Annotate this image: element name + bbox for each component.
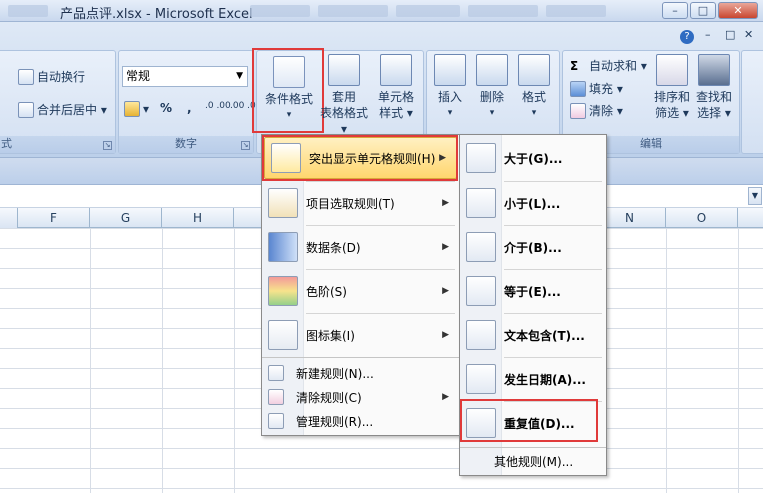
ribbon-group-partial: [741, 50, 763, 154]
highlight-cells-submenu: 大于(G)... 小于(L)... 介于(B)... 等于(E)... 文本包含…: [459, 134, 607, 476]
percent-button[interactable]: %: [160, 101, 172, 115]
less-than-icon: [466, 188, 496, 218]
taskbar-ghost: [250, 5, 310, 17]
column-header-f[interactable]: F: [18, 208, 90, 228]
wrap-text-icon: [18, 68, 34, 85]
number-format-select[interactable]: 常规 ▼: [122, 66, 248, 87]
ribbon-minimize-button[interactable]: –: [705, 28, 711, 41]
alignment-group-label: 式: [0, 136, 115, 153]
gridline: [738, 228, 739, 493]
submenu-item-less-than[interactable]: 小于(L)...: [460, 182, 606, 224]
date-occurring-icon: [466, 364, 496, 394]
minimize-button[interactable]: –: [662, 2, 688, 19]
menu-item-manage-rules[interactable]: 管理规则(R)...: [262, 409, 459, 433]
format-cells-icon: [518, 54, 550, 86]
autosum-button[interactable]: Σ 自动求和 ▾: [570, 57, 647, 74]
taskbar-ghost: [318, 5, 388, 17]
top-bottom-icon: [268, 188, 298, 218]
taskbar-ghost: [546, 5, 606, 17]
format-as-table-button[interactable]: 套用 表格格式 ▾: [320, 54, 368, 137]
conditional-formatting-icon: [273, 56, 305, 88]
text-contains-icon: [466, 320, 496, 350]
insert-button[interactable]: 插入 ▾: [426, 54, 474, 121]
new-rule-icon: [268, 365, 284, 381]
taskbar-ghost: [396, 5, 460, 17]
menu-separator: [460, 447, 606, 448]
delete-cells-icon: [476, 54, 508, 86]
maximize-button[interactable]: □: [690, 2, 716, 19]
column-header-h[interactable]: H: [162, 208, 234, 228]
format-as-table-icon: [328, 54, 360, 86]
submenu-item-text-contains[interactable]: 文本包含(T)...: [460, 314, 606, 356]
clear-button[interactable]: 清除 ▾: [570, 102, 623, 119]
column-header-g[interactable]: G: [90, 208, 162, 228]
ribbon-close-button[interactable]: ✕: [744, 28, 753, 41]
greater-than-icon: [466, 143, 496, 173]
sigma-icon: Σ: [570, 58, 579, 73]
submenu-item-date-occurring[interactable]: 发生日期(A)...: [460, 358, 606, 400]
merge-icon: [18, 101, 34, 118]
clear-rules-icon: [268, 389, 284, 405]
currency-icon: [124, 101, 140, 117]
window-title: 产品点评.xlsx - Microsoft Excel: [60, 7, 253, 22]
fill-down-icon: [570, 80, 586, 97]
submenu-item-between[interactable]: 介于(B)...: [460, 226, 606, 268]
between-icon: [466, 232, 496, 262]
menu-item-data-bars[interactable]: 数据条(D) ▶: [262, 226, 459, 268]
decrease-decimal-button[interactable]: .00 .0: [230, 101, 256, 111]
find-select-button[interactable]: 查找和 选择 ▾: [690, 54, 738, 121]
conditional-formatting-button[interactable]: 条件格式 ▾: [258, 56, 320, 123]
menu-item-new-rule[interactable]: 新建规则(N)...: [262, 361, 459, 385]
sort-filter-button[interactable]: 排序和 筛选 ▾: [648, 54, 696, 121]
delete-button[interactable]: 删除 ▾: [468, 54, 516, 121]
insert-cells-icon: [434, 54, 466, 86]
binoculars-icon: [698, 54, 730, 86]
data-bars-icon: [268, 232, 298, 262]
conditional-formatting-menu: 突出显示单元格规则(H) ▶ 项目选取规则(T) ▶ 数据条(D) ▶ 色阶(S…: [261, 134, 460, 436]
number-group-label: 数字: [119, 136, 253, 153]
dialog-launcher-icon[interactable]: ↘: [241, 141, 250, 150]
select-all-corner[interactable]: [0, 208, 18, 228]
merge-center-button[interactable]: 合并后居中 ▾: [18, 101, 107, 118]
increase-decimal-button[interactable]: .0 .00: [205, 101, 231, 111]
close-button[interactable]: ✕: [718, 2, 758, 19]
manage-rules-icon: [268, 413, 284, 429]
cell-styles-button[interactable]: 单元格 样式 ▾: [372, 54, 420, 121]
sort-filter-icon: [656, 54, 688, 86]
help-icon[interactable]: ?: [680, 30, 694, 44]
wrap-text-button[interactable]: 自动换行: [18, 68, 85, 85]
icon-sets-icon: [268, 320, 298, 350]
submenu-item-greater-than[interactable]: 大于(G)...: [460, 137, 606, 179]
expand-formula-icon[interactable]: ▼: [748, 187, 762, 205]
dialog-launcher-icon[interactable]: ↘: [103, 141, 112, 150]
menu-item-clear-rules[interactable]: 清除规则(C) ▶: [262, 385, 459, 409]
comma-button[interactable]: ,: [187, 101, 192, 115]
submenu-item-more-rules[interactable]: 其他规则(M)...: [460, 449, 606, 473]
duplicate-values-icon: [466, 408, 496, 438]
menu-item-highlight-cells-rules[interactable]: 突出显示单元格规则(H) ▶: [264, 137, 457, 179]
chevron-down-icon: ▼: [236, 71, 243, 81]
eraser-icon: [570, 102, 586, 119]
menu-separator: [262, 357, 459, 358]
cell-styles-icon: [380, 54, 412, 86]
color-scales-icon: [268, 276, 298, 306]
submenu-item-equal-to[interactable]: 等于(E)...: [460, 270, 606, 312]
column-header-o[interactable]: O: [666, 208, 738, 228]
menu-item-top-bottom-rules[interactable]: 项目选取规则(T) ▶: [262, 182, 459, 224]
currency-button[interactable]: ▾: [124, 101, 149, 117]
highlight-cells-icon: [271, 143, 301, 173]
menu-item-icon-sets[interactable]: 图标集(I) ▶: [262, 314, 459, 356]
gridline: [90, 228, 91, 493]
taskbar-ghost: [8, 5, 48, 17]
equal-to-icon: [466, 276, 496, 306]
fill-button[interactable]: 填充 ▾: [570, 80, 623, 97]
taskbar-ghost: [468, 5, 538, 17]
gridline: [666, 228, 667, 493]
menu-item-color-scales[interactable]: 色阶(S) ▶: [262, 270, 459, 312]
ribbon-restore-button[interactable]: □: [725, 28, 735, 41]
gridline: [234, 228, 235, 493]
gridline: [162, 228, 163, 493]
submenu-item-duplicate-values[interactable]: 重复值(D)...: [460, 402, 606, 444]
format-button[interactable]: 格式 ▾: [510, 54, 558, 121]
